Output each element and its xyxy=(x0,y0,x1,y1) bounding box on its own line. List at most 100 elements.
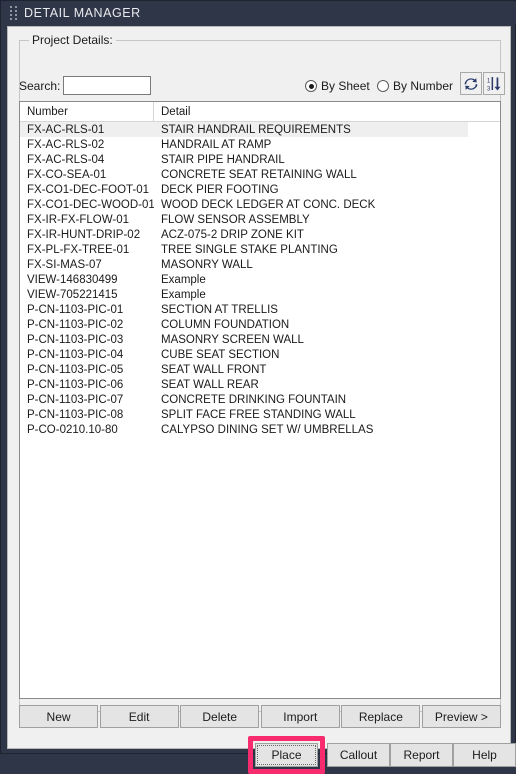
cell-number: FX-IR-HUNT-DRIP-02 xyxy=(27,228,141,241)
sort-button[interactable]: 1 3 xyxy=(483,72,505,95)
cell-detail: DECK PIER FOOTING xyxy=(161,183,279,196)
table-row[interactable]: FX-IR-FX-FLOW-01 FLOW SENSOR ASSEMBLY xyxy=(20,212,500,227)
cell-number: FX-IR-FX-FLOW-01 xyxy=(27,213,130,226)
project-details-legend: Project Details: xyxy=(29,33,116,47)
table-row[interactable]: FX-CO-SEA-01 CONCRETE SEAT RETAINING WALL xyxy=(20,167,500,182)
new-button[interactable]: New xyxy=(19,705,99,728)
column-header-detail[interactable]: Detail xyxy=(154,102,500,121)
cell-number: P-CN-1103-PIC-06 xyxy=(27,378,124,391)
cell-number: P-CN-1103-PIC-02 xyxy=(27,318,124,331)
cell-detail: FLOW SENSOR ASSEMBLY xyxy=(161,213,310,226)
cell-number: P-CN-1103-PIC-01 xyxy=(27,303,124,316)
report-button[interactable]: Report xyxy=(390,743,453,767)
cell-number: P-CO-0210.10-80 xyxy=(27,423,118,436)
cell-number: FX-CO1-DEC-FOOT-01 xyxy=(27,183,150,196)
cell-number: VIEW-146830499 xyxy=(27,273,118,286)
cell-detail: CALYPSO DINING SET W/ UMBRELLAS xyxy=(161,423,374,436)
svg-text:3: 3 xyxy=(487,86,491,92)
table-row[interactable]: P-CN-1103-PIC-05 SEAT WALL FRONT xyxy=(20,362,500,377)
delete-button[interactable]: Delete xyxy=(180,705,260,728)
cell-detail: COLUMN FOUNDATION xyxy=(161,318,290,331)
cell-detail: ACZ-075-2 DRIP ZONE KIT xyxy=(161,228,304,241)
cell-number: P-CN-1103-PIC-07 xyxy=(27,393,124,406)
cell-detail: SPLIT FACE FREE STANDING WALL xyxy=(161,408,356,421)
place-button[interactable]: Place xyxy=(255,743,318,767)
cell-detail: MASONRY SCREEN WALL xyxy=(161,333,304,346)
table-row[interactable]: FX-AC-RLS-02 HANDRAIL AT RAMP xyxy=(20,137,500,152)
cell-detail: SECTION AT TRELLIS xyxy=(161,303,278,316)
cell-number: FX-AC-RLS-02 xyxy=(27,138,105,151)
column-header-number[interactable]: Number xyxy=(20,102,154,121)
preview-button[interactable]: Preview > xyxy=(421,705,501,728)
table-row[interactable]: P-CN-1103-PIC-03 MASONRY SCREEN WALL xyxy=(20,332,500,347)
table-row[interactable]: VIEW-146830499 Example xyxy=(20,272,500,287)
drag-handle-dots-icon[interactable] xyxy=(8,5,19,21)
cell-detail: HANDRAIL AT RAMP xyxy=(161,138,272,151)
dialog-footer-buttons: Place Callout Report Help xyxy=(8,736,516,774)
edit-button[interactable]: Edit xyxy=(99,705,179,728)
cell-number: VIEW-705221415 xyxy=(27,288,118,301)
table-row[interactable]: P-CN-1103-PIC-02 COLUMN FOUNDATION xyxy=(20,317,500,332)
sort-numeric-descending-icon: 1 3 xyxy=(487,76,501,92)
cell-number: FX-CO1-DEC-WOOD-01 xyxy=(27,198,154,211)
dialog-body: Project Details: Search: By Sheet By Num… xyxy=(7,26,516,774)
cell-detail: STAIR PIPE HANDRAIL xyxy=(161,153,285,166)
svg-text:1: 1 xyxy=(487,78,491,84)
radio-by-number[interactable]: By Number xyxy=(377,79,453,93)
cell-detail: MASONRY WALL xyxy=(161,258,253,271)
search-input[interactable] xyxy=(63,76,151,95)
cell-number: FX-AC-RLS-04 xyxy=(27,153,105,166)
cell-number: FX-CO-SEA-01 xyxy=(27,168,107,181)
table-row[interactable]: VIEW-705221415 Example xyxy=(20,287,500,302)
detail-action-buttons: New Edit Delete Import Replace Preview > xyxy=(19,705,501,728)
import-button[interactable]: Import xyxy=(260,705,340,728)
table-row[interactable]: P-CN-1103-PIC-07 CONCRETE DRINKING FOUNTA… xyxy=(20,392,500,407)
cell-number: FX-SI-MAS-07 xyxy=(27,258,102,271)
cell-detail: CONCRETE SEAT RETAINING WALL xyxy=(161,168,357,181)
details-listbox[interactable]: Number Detail FX-AC-RLS-01 STAIR HANDRAIL… xyxy=(19,101,501,699)
table-row[interactable]: P-CN-1103-PIC-08 SPLIT FACE FREE STANDING… xyxy=(20,407,500,422)
search-label: Search: xyxy=(19,79,61,93)
table-row[interactable]: FX-CO1-DEC-FOOT-01 DECK PIER FOOTING xyxy=(20,182,500,197)
radio-by-sheet[interactable]: By Sheet xyxy=(305,79,370,93)
cell-number: P-CN-1103-PIC-04 xyxy=(27,348,124,361)
callout-button[interactable]: Callout xyxy=(327,743,390,767)
radio-by-sheet-label: By Sheet xyxy=(321,79,370,93)
cell-detail: Example xyxy=(161,288,206,301)
refresh-icon xyxy=(464,77,478,90)
cell-number: P-CN-1103-PIC-08 xyxy=(27,408,124,421)
table-row[interactable]: P-CN-1103-PIC-01 SECTION AT TRELLIS xyxy=(20,302,500,317)
cell-number: P-CN-1103-PIC-03 xyxy=(27,333,124,346)
cell-detail: STAIR HANDRAIL REQUIREMENTS xyxy=(161,123,351,136)
refresh-button[interactable] xyxy=(460,72,482,95)
cell-detail: TREE SINGLE STAKE PLANTING xyxy=(161,243,338,256)
help-button[interactable]: Help xyxy=(453,743,516,767)
radio-by-number-dot[interactable] xyxy=(377,80,389,92)
cell-detail: WOOD DECK LEDGER AT CONC. DECK xyxy=(161,198,376,211)
replace-button[interactable]: Replace xyxy=(341,705,421,728)
cell-number: FX-AC-RLS-01 xyxy=(27,123,105,136)
listbox-rows: FX-AC-RLS-01 STAIR HANDRAIL REQUIREMENTS F… xyxy=(20,122,500,437)
dialog-titlebar[interactable]: DETAIL MANAGER xyxy=(2,2,516,24)
table-row[interactable]: FX-IR-HUNT-DRIP-02 ACZ-075-2 DRIP ZONE KI… xyxy=(20,227,500,242)
cell-number: P-CN-1103-PIC-05 xyxy=(27,363,124,376)
table-row[interactable]: FX-AC-RLS-04 STAIR PIPE HANDRAIL xyxy=(20,152,500,167)
table-row[interactable]: P-CO-0210.10-80 CALYPSO DINING SET W/ UMB… xyxy=(20,422,500,437)
radio-by-sheet-dot[interactable] xyxy=(305,80,317,92)
cell-detail: SEAT WALL FRONT xyxy=(161,363,267,376)
cell-detail: CONCRETE DRINKING FOUNTAIN xyxy=(161,393,347,406)
table-row[interactable]: FX-PL-FX-TREE-01 TREE SINGLE STAKE PLANTI… xyxy=(20,242,500,257)
table-row[interactable]: FX-AC-RLS-01 STAIR HANDRAIL REQUIREMENTS xyxy=(20,122,468,137)
listbox-header: Number Detail xyxy=(20,102,500,122)
detail-manager-dialog: DETAIL MANAGER Project Details: Search: … xyxy=(0,0,516,774)
cell-detail: Example xyxy=(161,273,206,286)
table-row[interactable]: FX-CO1-DEC-WOOD-01 WOOD DECK LEDGER AT CO… xyxy=(20,197,500,212)
cell-detail: SEAT WALL REAR xyxy=(161,378,259,391)
table-row[interactable]: FX-SI-MAS-07 MASONRY WALL xyxy=(20,257,500,272)
dialog-title: DETAIL MANAGER xyxy=(24,6,141,20)
table-row[interactable]: P-CN-1103-PIC-06 SEAT WALL REAR xyxy=(20,377,500,392)
cell-number: FX-PL-FX-TREE-01 xyxy=(27,243,130,256)
cell-detail: CUBE SEAT SECTION xyxy=(161,348,280,361)
radio-by-number-label: By Number xyxy=(393,79,454,93)
table-row[interactable]: P-CN-1103-PIC-04 CUBE SEAT SECTION xyxy=(20,347,500,362)
